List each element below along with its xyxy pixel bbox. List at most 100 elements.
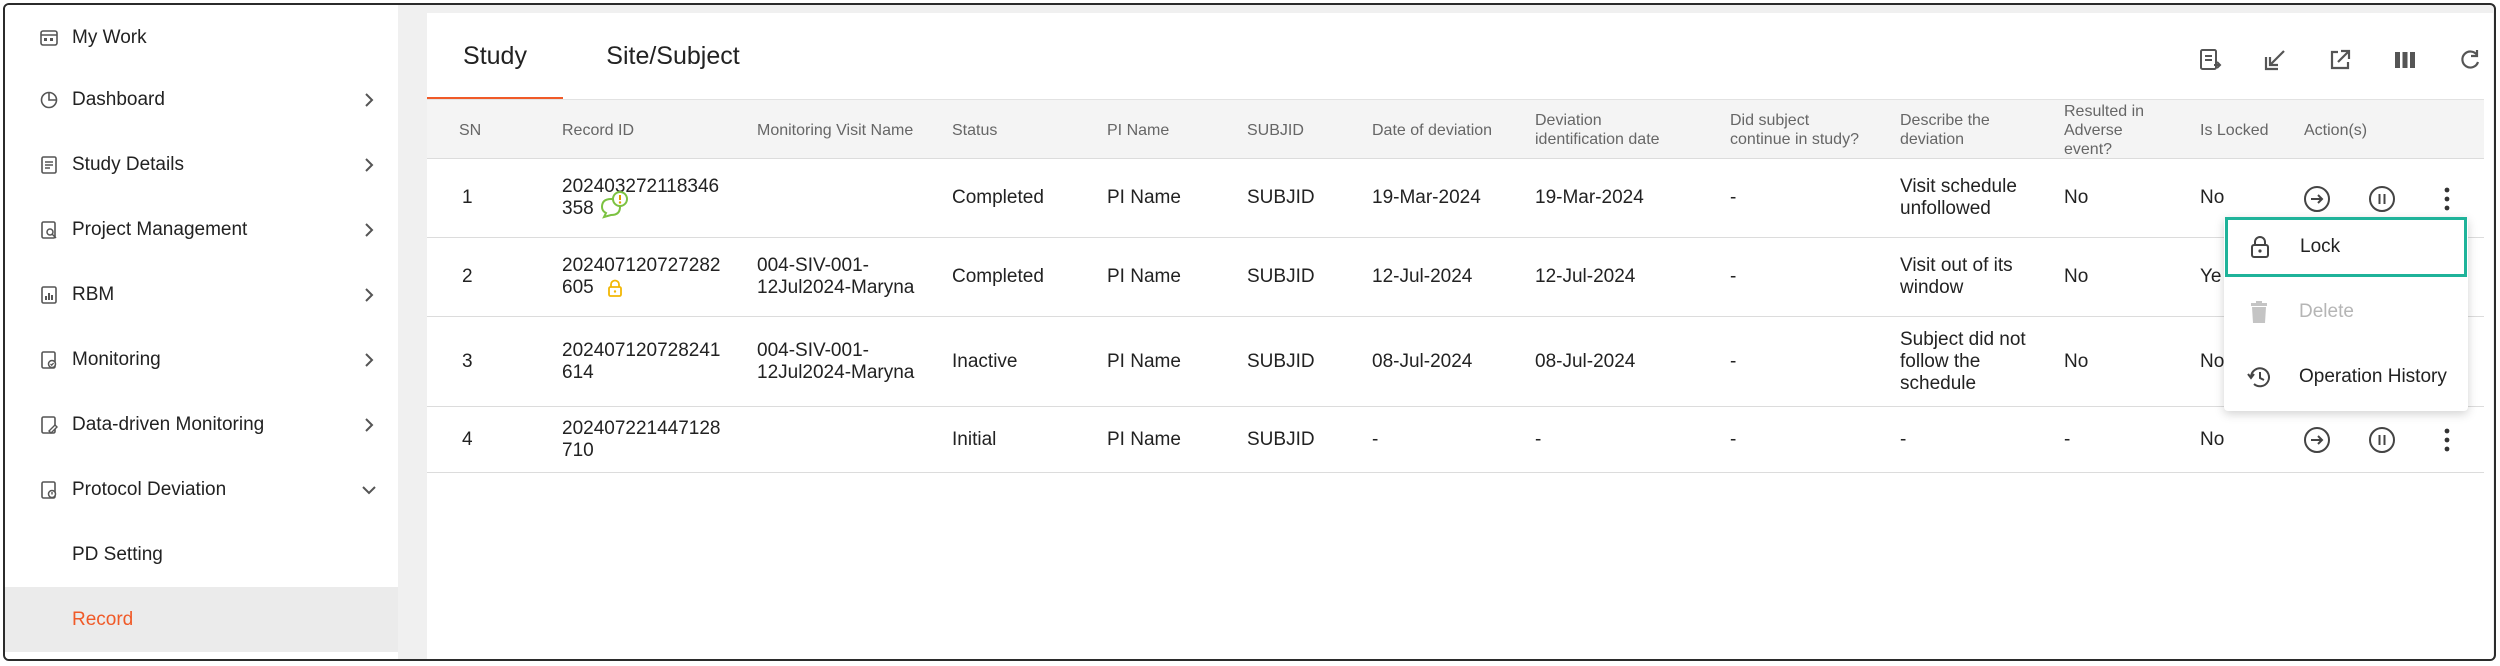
tab-study[interactable]: Study <box>427 13 563 100</box>
calendar-icon <box>38 27 60 49</box>
record-id-line: 710 <box>562 439 594 461</box>
sidebar-item-label: Project Management <box>72 218 248 240</box>
sidebar-item-study-details[interactable]: Study Details <box>5 132 398 197</box>
record-id-line: 358 <box>562 198 594 219</box>
cell-deviation-id-date: - <box>1535 428 1542 450</box>
cell-pi-name: PI Name <box>1107 428 1181 450</box>
columns-icon <box>2395 52 2415 68</box>
sidebar-item-label: Dashboard <box>72 88 165 110</box>
sidebar-item-my-work[interactable]: My Work <box>5 5 398 70</box>
menu-item-label: Delete <box>2299 301 2354 322</box>
app-window: My Work Dashboard Study Details Project … <box>3 3 2496 661</box>
menu-item-lock[interactable]: Lock <box>2225 217 2467 277</box>
menu-item-delete[interactable]: Delete <box>2224 282 2468 342</box>
sidebar-item-protocol-deviation[interactable]: Protocol Deviation <box>5 457 398 522</box>
monitoring-visit-line: 12Jul2024-Maryna <box>757 277 915 298</box>
cell-deviation-id-date: 12-Jul-2024 <box>1535 266 1636 287</box>
document-check-icon <box>38 349 60 371</box>
cell-status: Initial <box>952 428 997 450</box>
table-row[interactable]: 2 202407120727282 605 004-SIV-001- 12Jul… <box>427 238 2484 317</box>
monitoring-visit-line: 004-SIV-001- <box>757 255 869 276</box>
column-header-locked[interactable]: Is Locked <box>2200 100 2268 160</box>
sidebar-subitem-label: PD Setting <box>72 543 163 565</box>
describe-line: window <box>1900 277 1964 298</box>
chevron-right-icon <box>365 222 374 237</box>
export-document-button[interactable] <box>2193 43 2227 77</box>
cell-locked: No <box>2200 428 2225 450</box>
column-header-status[interactable]: Status <box>952 100 997 160</box>
import-button[interactable] <box>2258 43 2292 77</box>
column-header-record-id[interactable]: Record ID <box>562 100 634 160</box>
column-header-sn[interactable]: SN <box>459 100 481 160</box>
arrow-right-circle-icon[interactable] <box>2302 425 2332 455</box>
sidebar-item-rbm[interactable]: RBM <box>5 262 398 327</box>
sidebar-subitem-pd-setting[interactable]: PD Setting <box>5 522 398 587</box>
cell-continue-study: - <box>1730 266 1737 287</box>
column-header-subjid[interactable]: SUBJID <box>1247 100 1304 160</box>
record-id-line: 605 <box>562 277 594 298</box>
record-id-line-wrap: 358 <box>562 191 634 220</box>
cell-record-id[interactable]: 202407221447128 710 <box>562 407 721 472</box>
columns-button[interactable] <box>2388 43 2422 77</box>
column-header-describe[interactable]: Describe the deviation <box>1900 100 2020 160</box>
open-external-icon <box>2330 49 2351 70</box>
describe-line: Visit schedule <box>1900 176 2017 197</box>
cell-pi-name: PI Name <box>1107 187 1181 208</box>
cell-record-id[interactable]: 202403272118346 358 <box>562 159 719 237</box>
column-header-adverse[interactable]: Resulted in Adverse event? <box>2064 100 2164 160</box>
describe-line: follow the <box>1900 350 1981 372</box>
chevron-right-icon <box>365 157 374 172</box>
cell-pi-name: PI Name <box>1107 266 1181 287</box>
tab-label: Site/Subject <box>606 41 740 70</box>
refresh-button[interactable] <box>2453 43 2487 77</box>
table-row[interactable]: 3 202407120728241 614 004-SIV-001- 12Jul… <box>427 317 2484 407</box>
cell-record-id[interactable]: 202407120728241 614 <box>562 317 721 406</box>
document-edit-icon <box>38 414 60 436</box>
cell-continue-study: - <box>1730 428 1737 450</box>
describe-line: Visit out of its <box>1900 255 2013 276</box>
comment-alert-icon[interactable] <box>598 189 634 219</box>
menu-item-label: Lock <box>2300 236 2341 257</box>
row-actions-menu: Lock Delete Operation History <box>2224 217 2468 411</box>
pause-circle-icon[interactable] <box>2367 425 2397 455</box>
sidebar-item-monitoring[interactable]: Monitoring <box>5 327 398 392</box>
cell-sn: 2 <box>462 266 473 287</box>
sidebar-item-label: My Work <box>72 26 147 48</box>
cell-adverse: - <box>2064 428 2071 450</box>
more-vertical-icon[interactable] <box>2441 425 2453 455</box>
column-header-deviation-id-date[interactable]: Deviation identification date <box>1535 100 1685 160</box>
sidebar-item-label: Monitoring <box>72 348 161 370</box>
menu-item-operation-history[interactable]: Operation History <box>2224 347 2468 407</box>
open-external-button[interactable] <box>2323 43 2357 77</box>
sidebar: My Work Dashboard Study Details Project … <box>5 5 398 659</box>
pause-circle-icon[interactable] <box>2367 184 2397 214</box>
cell-sn: 4 <box>462 428 473 450</box>
refresh-icon <box>2461 50 2480 69</box>
record-id-line: 202407221447128 <box>562 417 721 439</box>
column-header-date-deviation[interactable]: Date of deviation <box>1372 100 1492 160</box>
sidebar-item-data-driven-monitoring[interactable]: Data-driven Monitoring <box>5 392 398 457</box>
more-vertical-icon[interactable] <box>2441 184 2453 214</box>
table-row[interactable]: 1 202403272118346 358 Completed PI Name … <box>427 159 2484 238</box>
sidebar-item-project-management[interactable]: Project Management <box>5 197 398 262</box>
column-header-pi-name[interactable]: PI Name <box>1107 100 1169 160</box>
arrow-right-circle-icon[interactable] <box>2302 184 2332 214</box>
lock-icon <box>607 279 622 297</box>
sidebar-item-dashboard[interactable]: Dashboard <box>5 67 398 132</box>
sidebar-item-label: Protocol Deviation <box>72 478 227 500</box>
chevron-right-icon <box>365 92 374 107</box>
cell-record-id[interactable]: 202407120727282 605 <box>562 238 721 316</box>
column-header-monitoring-visit[interactable]: Monitoring Visit Name <box>757 100 913 160</box>
monitoring-visit-line: 004-SIV-001- <box>757 339 869 361</box>
record-id-line: 202403272118346 <box>562 176 720 197</box>
column-header-continue-study[interactable]: Did subject continue in study? <box>1730 100 1870 160</box>
chevron-down-icon <box>362 485 376 494</box>
sidebar-subitem-record[interactable]: Record <box>5 587 398 652</box>
table-row[interactable]: 4 202407221447128 710 Initial PI Name SU… <box>427 407 2484 473</box>
chevron-right-icon <box>365 352 374 367</box>
tab-site-subject[interactable]: Site/Subject <box>585 13 761 99</box>
table-header: SN Record ID Monitoring Visit Name Statu… <box>427 99 2484 159</box>
cell-date-deviation: 12-Jul-2024 <box>1372 266 1473 287</box>
tab-label: Study <box>463 41 527 70</box>
sidebar-subitem-label: Record <box>72 608 134 630</box>
